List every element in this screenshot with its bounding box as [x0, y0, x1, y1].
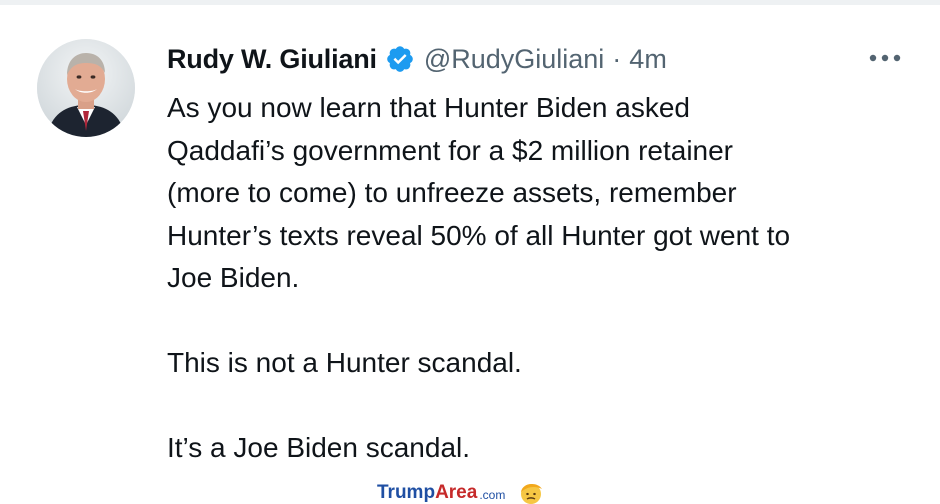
watermark: Trump Area .com [377, 478, 545, 504]
watermark-brand-part1: Trump [377, 482, 436, 503]
tweet-card[interactable]: Rudy W. Giuliani @RudyGiuliani · 4m As y… [0, 5, 940, 504]
watermark-brand-suffix: .com [479, 488, 506, 502]
display-name[interactable]: Rudy W. Giuliani [167, 44, 377, 75]
tweet-line: It’s a Joe Biden scandal. [167, 432, 471, 463]
more-options-icon[interactable] [868, 52, 902, 64]
tweet-line: This is not a Hunter scandal. [167, 347, 522, 378]
tweet-paragraph: As you now learn that Hunter Biden asked… [167, 87, 907, 300]
tweet-line: Hunter’s texts reveal 50% of all Hunter … [167, 219, 791, 251]
avatar-portrait [37, 39, 135, 137]
verified-badge-icon [387, 46, 413, 72]
tweet-line: Joe Biden. [167, 262, 300, 293]
separator-dot: · [612, 43, 622, 74]
timestamp[interactable]: 4m [629, 44, 667, 75]
tweet-paragraph: This is not a Hunter scandal. [167, 342, 907, 385]
tweet-line: As you now learn that Hunter Biden asked [167, 92, 690, 123]
tweet-paragraph: It’s a Joe Biden scandal. [167, 427, 907, 470]
watermark-brand-part2: Area [435, 482, 478, 503]
trump-face-icon [521, 483, 543, 504]
avatar[interactable] [37, 39, 135, 137]
tweet-text: As you now learn that Hunter Biden asked… [167, 87, 907, 470]
handle[interactable]: @RudyGiuliani [424, 44, 604, 75]
tweet-header: Rudy W. Giuliani @RudyGiuliani · 4m [167, 39, 667, 79]
tweet-line: Qaddafi’s government for a $2 million re… [167, 134, 734, 166]
tweet-line: (more to come) to unfreeze assets, remem… [167, 177, 737, 208]
